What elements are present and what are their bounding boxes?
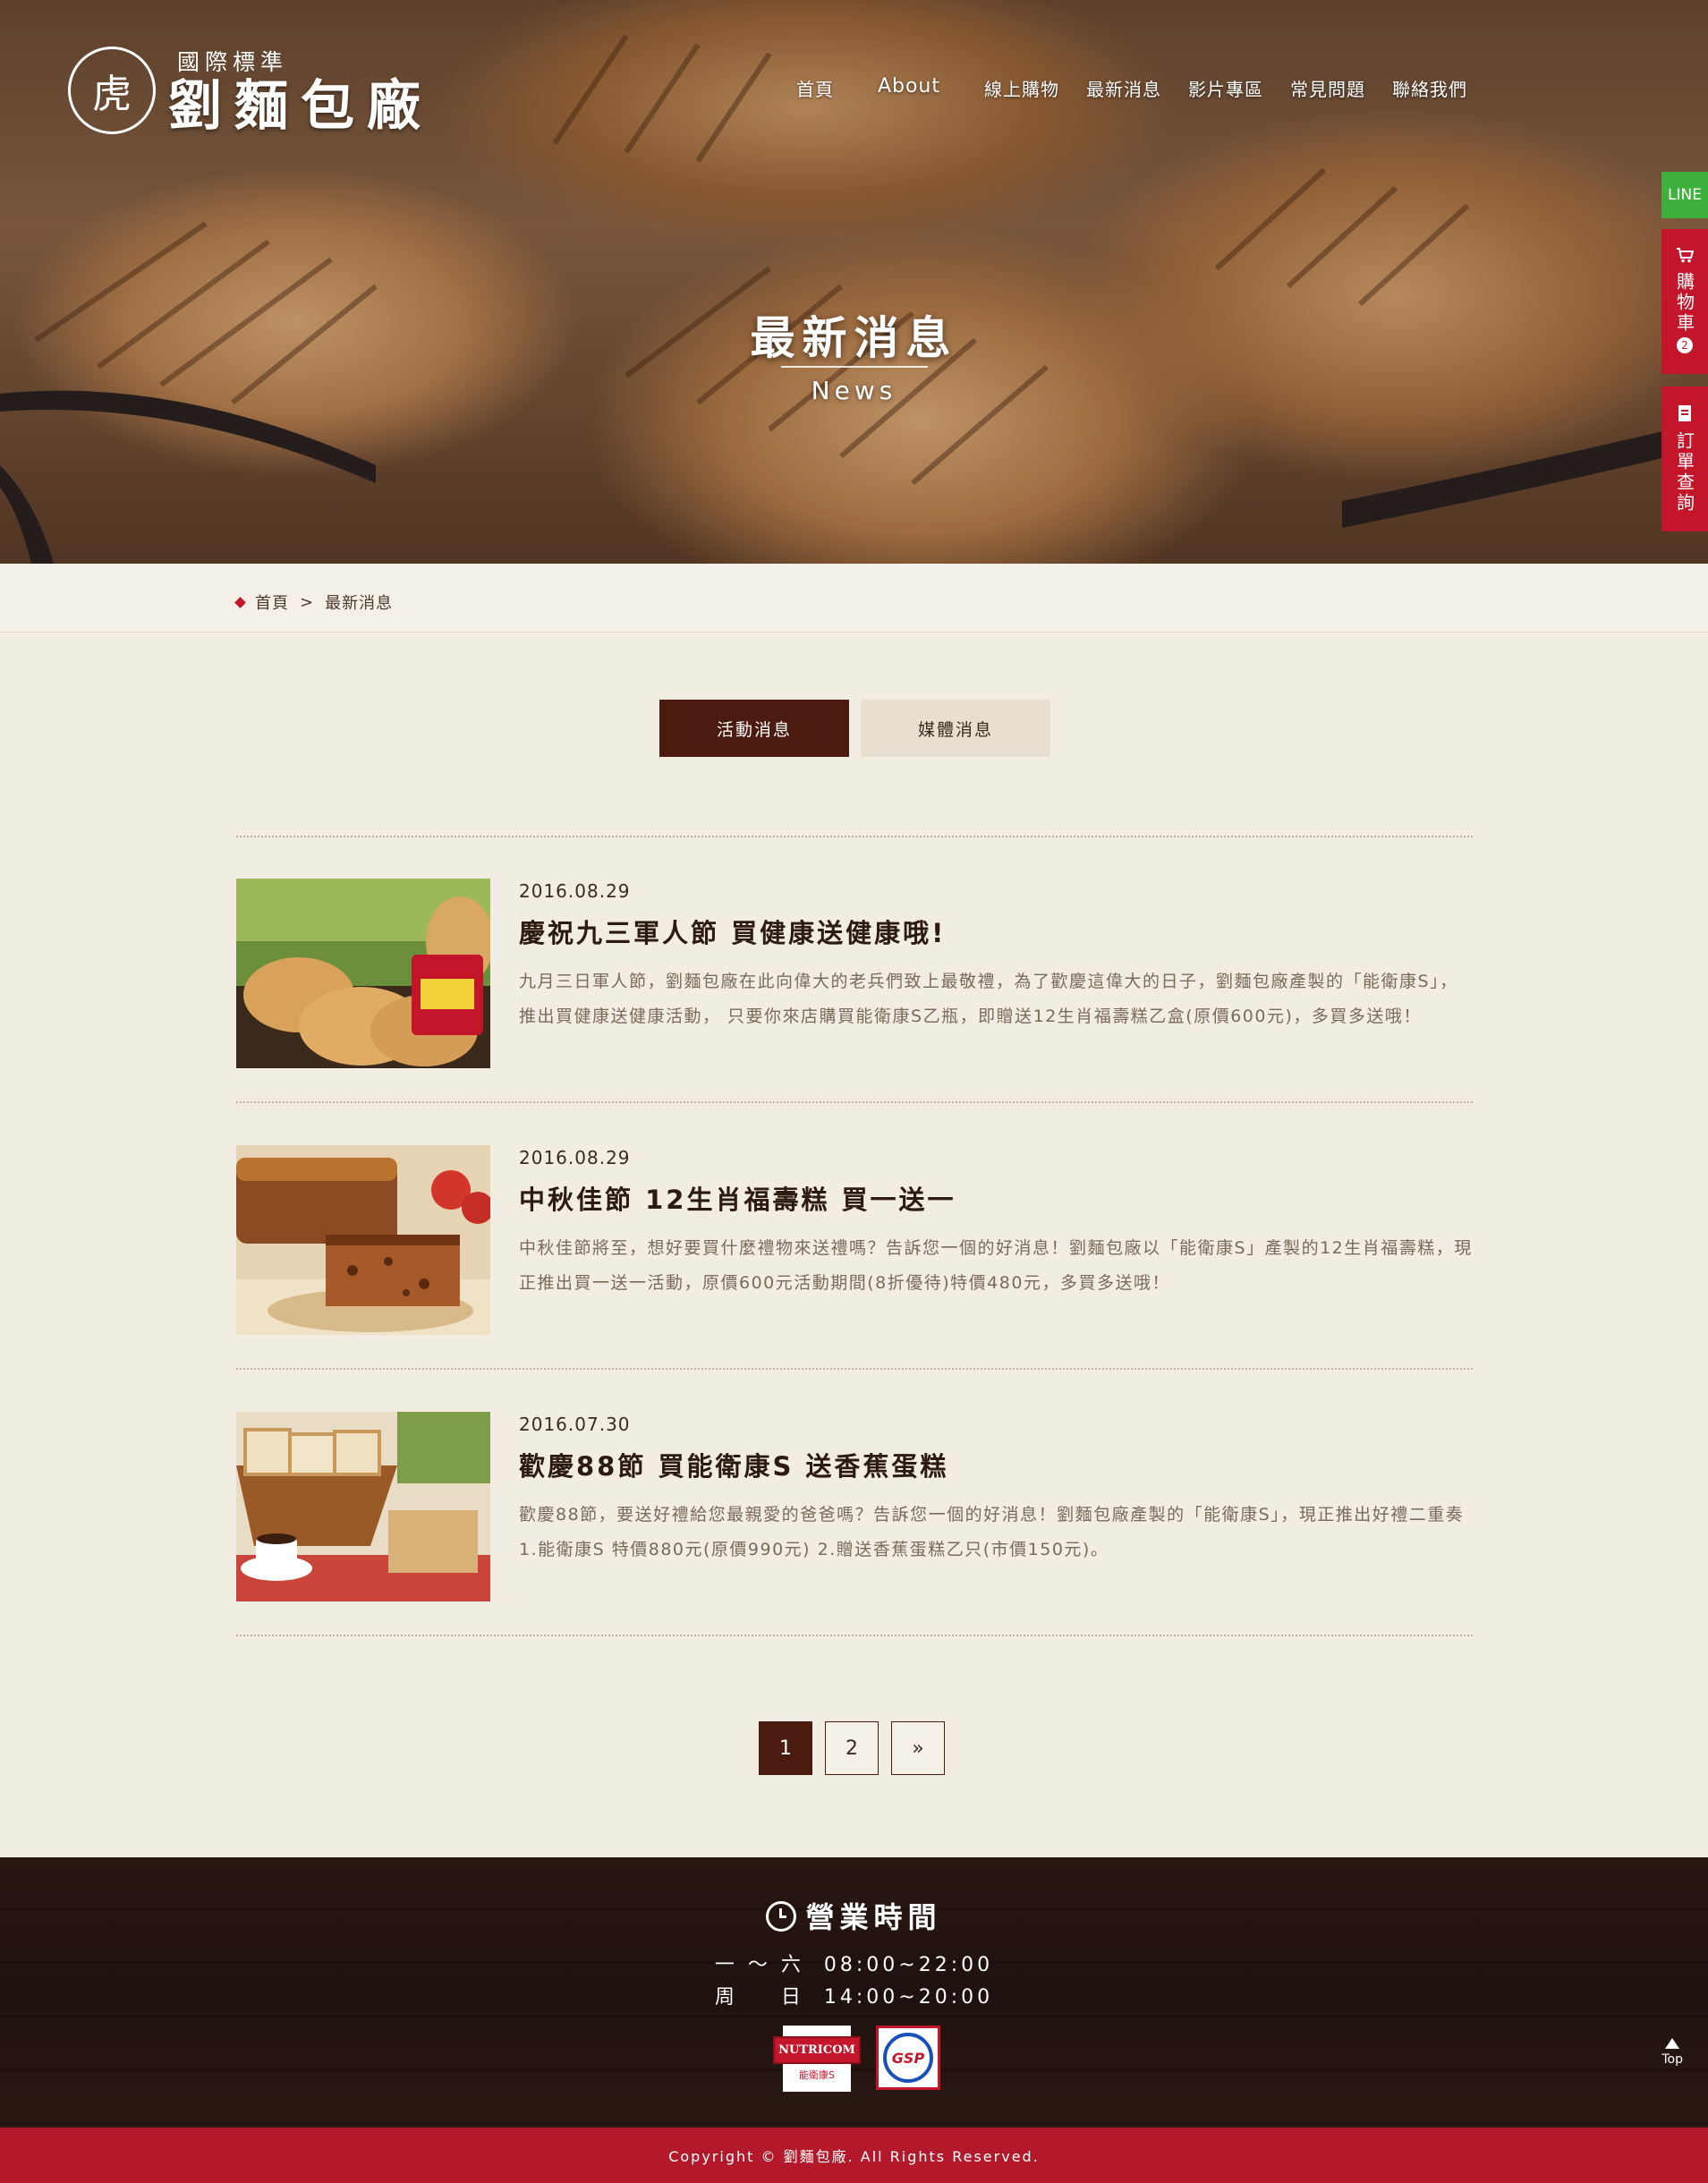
page-2-button[interactable]: 2 <box>825 1721 879 1775</box>
business-hours-heading: 營業時間 <box>0 1895 1708 1936</box>
document-icon <box>1678 405 1691 421</box>
order-lookup-label: 訂單查詢 <box>1673 431 1695 514</box>
page-subtitle: News <box>811 376 897 405</box>
news-item[interactable]: 2016.08.29 慶祝九三軍人節 買健康送健康哦! 九月三日軍人節，劉麵包廠… <box>236 879 1473 1068</box>
hours-time: 14:00~20:00 <box>823 1986 994 2009</box>
news-item[interactable]: 2016.08.29 中秋佳節 12生肖福壽糕 買一送一 中秋佳節將至，想好要買… <box>236 1145 1473 1335</box>
hero-divider <box>781 366 928 368</box>
breadcrumb-current: 最新消息 <box>325 594 394 613</box>
page-title: 最新消息 <box>750 311 958 364</box>
nav-item-videos[interactable]: 影片專區 <box>1175 75 1277 101</box>
hours-row: 一 ～ 六 08:00~22:00 <box>0 1949 1708 1977</box>
divider <box>236 1101 1473 1103</box>
diamond-icon <box>234 596 246 608</box>
news-date: 2016.08.29 <box>519 880 631 902</box>
nav-item-shop[interactable]: 線上購物 <box>971 75 1073 101</box>
next-page-button[interactable]: » <box>891 1721 945 1775</box>
cart-icon <box>1677 248 1694 263</box>
breadcrumb: 首頁 > 最新消息 <box>234 590 394 614</box>
hours-days: 一 ～ 六 <box>714 1954 804 1976</box>
back-to-top-button[interactable]: Top <box>1661 2038 1683 2067</box>
news-date: 2016.07.30 <box>519 1414 631 1435</box>
cart-label: 購物車 <box>1673 272 1695 334</box>
footer: 營業時間 一 ～ 六 08:00~22:00 周 日 14:00~20:00 N… <box>0 1857 1708 2128</box>
hours-row: 周 日 14:00~20:00 <box>0 1981 1708 2009</box>
breadcrumb-home[interactable]: 首頁 <box>255 590 289 614</box>
arrow-up-icon <box>1665 2038 1680 2049</box>
news-description: 九月三日軍人節，劉麵包廠在此向偉大的老兵們致上最敬禮，為了歡慶這偉大的日子，劉麵… <box>519 972 1458 1026</box>
divider <box>236 836 1473 837</box>
hours-time: 08:00~22:00 <box>823 1954 994 1976</box>
nutricom-badge: NUTRICOM 能衛康S <box>773 2026 861 2092</box>
logo-brand-name: 劉麵包廠 <box>168 75 433 138</box>
breadcrumb-bar: 首頁 > 最新消息 <box>0 564 1708 633</box>
news-thumbnail-cake[interactable] <box>236 1145 490 1335</box>
clock-icon <box>766 1901 797 1932</box>
hours-days: 周 日 <box>714 1986 804 2009</box>
gsp-badge: GSP <box>876 2026 940 2090</box>
cart-count-badge: 2 <box>1677 337 1693 353</box>
page-1-button[interactable]: 1 <box>759 1721 812 1775</box>
certification-badges: NUTRICOM 能衛康S GSP <box>773 2026 940 2092</box>
nav-item-contact[interactable]: 聯絡我們 <box>1379 75 1481 101</box>
copyright: Copyright © 劉麵包廠. All Rights Reserved. <box>0 2128 1708 2183</box>
main-nav: 首頁 About 線上購物 最新消息 影片專區 常見問題 聯絡我們 <box>783 75 1481 101</box>
breadcrumb-separator: > <box>300 592 315 612</box>
news-description: 歡慶88節，要送好禮給您最親愛的爸爸嗎？告訴您一個的好消息！劉麵包廠產製的「能衛… <box>519 1505 1465 1559</box>
news-title[interactable]: 歡慶88節 買能衛康S 送香蕉蛋糕 <box>519 1446 948 1483</box>
back-to-top-label: Top <box>1661 2052 1683 2067</box>
news-thumbnail-bread[interactable] <box>236 1412 490 1601</box>
business-hours-title: 營業時間 <box>805 1900 942 1934</box>
divider <box>236 1635 1473 1636</box>
news-item[interactable]: 2016.07.30 歡慶88節 買能衛康S 送香蕉蛋糕 歡慶88節，要送好禮給… <box>236 1412 1473 1601</box>
order-lookup-button[interactable]: 訂單查詢 <box>1661 386 1708 531</box>
tab-event-news[interactable]: 活動消息 <box>659 700 849 757</box>
pagination: 1 2 » <box>759 1721 945 1775</box>
hero-banner: 虎 國際標準 劉麵包廠 首頁 About 線上購物 最新消息 影片專區 常見問題… <box>0 0 1708 564</box>
logo-tagline: 國際標準 <box>177 49 289 75</box>
line-button[interactable]: LINE <box>1661 172 1708 218</box>
divider <box>236 1368 1473 1370</box>
site-logo[interactable]: 虎 國際標準 劉麵包廠 <box>68 45 433 136</box>
nav-item-about[interactable]: About <box>847 75 971 101</box>
cart-button[interactable]: 購物車 2 <box>1661 229 1708 374</box>
news-description: 中秋佳節將至，想好要買什麼禮物來送禮嗎？告訴您一個的好消息！劉麵包廠以「能衛康S… <box>519 1238 1473 1293</box>
tab-media-news[interactable]: 媒體消息 <box>861 700 1050 757</box>
news-title[interactable]: 慶祝九三軍人節 買健康送健康哦! <box>519 913 946 950</box>
logo-text: 國際標準 劉麵包廠 <box>168 45 433 136</box>
news-thumbnail-cookies[interactable] <box>236 879 490 1068</box>
tiger-logo-icon: 虎 <box>68 47 156 134</box>
nav-item-faq[interactable]: 常見問題 <box>1277 75 1379 101</box>
news-title[interactable]: 中秋佳節 12生肖福壽糕 買一送一 <box>519 1179 956 1217</box>
nav-item-news[interactable]: 最新消息 <box>1073 75 1175 101</box>
nav-item-home[interactable]: 首頁 <box>783 75 847 101</box>
news-date: 2016.08.29 <box>519 1147 631 1168</box>
